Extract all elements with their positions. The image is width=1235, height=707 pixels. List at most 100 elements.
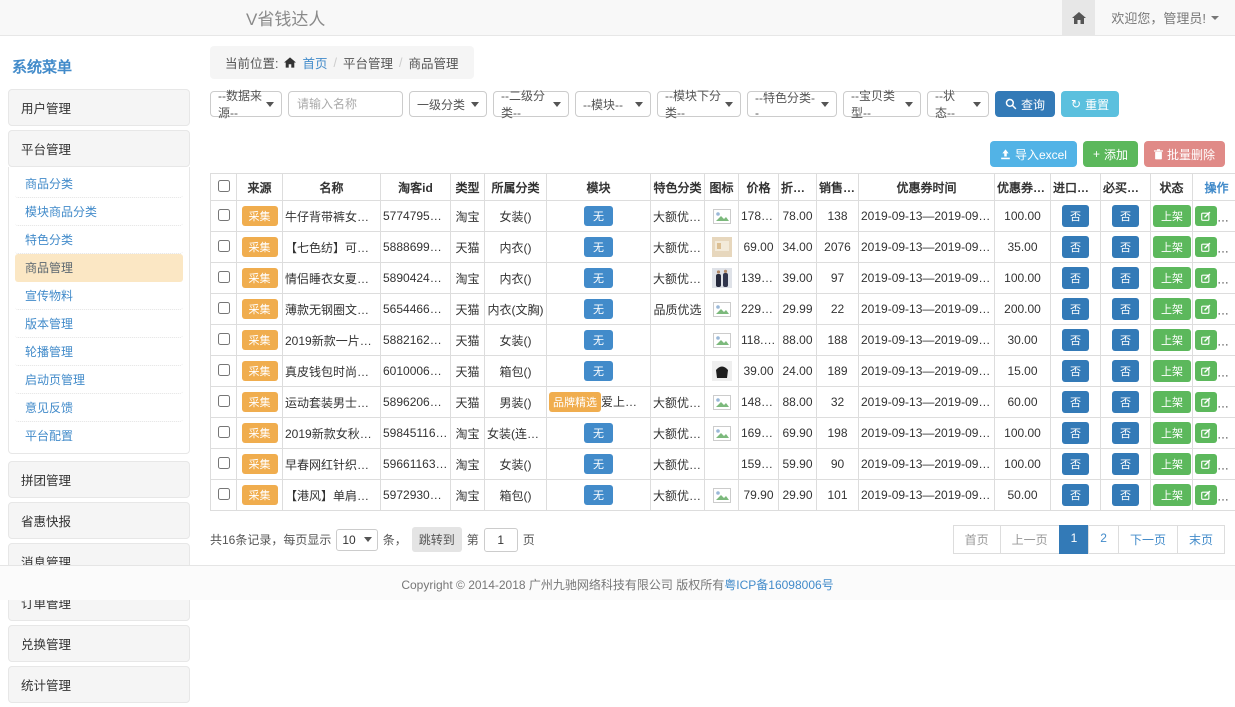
row-checkbox[interactable] <box>218 240 230 252</box>
module-none-badge[interactable]: 无 <box>584 361 613 381</box>
sidebar-sub-item[interactable]: 轮播管理 <box>15 338 183 366</box>
item-type-filter[interactable]: --宝贝类型-- <box>843 91 921 117</box>
must-buy-toggle[interactable]: 否 <box>1112 484 1139 506</box>
sidebar-sub-item[interactable]: 模块商品分类 <box>15 198 183 226</box>
row-checkbox[interactable] <box>218 271 230 283</box>
edit-button[interactable] <box>1195 361 1217 381</box>
icp-link[interactable]: 粤ICP备16098006号 <box>724 578 833 592</box>
import-optional-toggle[interactable]: 否 <box>1062 422 1089 444</box>
data-source-filter[interactable]: --数据来源-- <box>210 91 282 117</box>
module-none-badge[interactable]: 无 <box>584 454 613 474</box>
edit-button[interactable] <box>1195 485 1217 505</box>
edit-button[interactable] <box>1195 299 1217 319</box>
import-optional-toggle[interactable]: 否 <box>1062 329 1089 351</box>
sidebar-sub-item[interactable]: 版本管理 <box>15 310 183 338</box>
sidebar-sub-item[interactable]: 启动页管理 <box>15 366 183 394</box>
must-buy-toggle[interactable]: 否 <box>1112 298 1139 320</box>
edit-button[interactable] <box>1195 423 1217 443</box>
status-button[interactable]: 上架 <box>1153 329 1191 351</box>
module-filter[interactable]: --模块-- <box>575 91 651 117</box>
sidebar-group-item[interactable]: 平台管理 <box>8 130 190 167</box>
row-checkbox[interactable] <box>218 209 230 221</box>
must-buy-toggle[interactable]: 否 <box>1112 391 1139 413</box>
import-optional-toggle[interactable]: 否 <box>1062 360 1089 382</box>
user-menu[interactable]: 欢迎您，管理员! <box>1095 0 1235 35</box>
import-optional-toggle[interactable]: 否 <box>1062 298 1089 320</box>
module-none-badge[interactable]: 无 <box>584 299 613 319</box>
sidebar-sub-item[interactable]: 意见反馈 <box>15 394 183 422</box>
page-button[interactable]: 末页 <box>1177 525 1225 554</box>
jump-button[interactable]: 跳转到 <box>412 527 462 552</box>
per-page-select[interactable]: 10 <box>336 529 377 551</box>
sidebar-group-item[interactable]: 用户管理 <box>8 89 190 126</box>
page-button[interactable]: 下一页 <box>1118 525 1178 554</box>
edit-button[interactable] <box>1195 268 1217 288</box>
add-button[interactable]: + 添加 <box>1083 141 1138 167</box>
status-button[interactable]: 上架 <box>1153 391 1191 413</box>
must-buy-toggle[interactable]: 否 <box>1112 453 1139 475</box>
page-button[interactable]: 上一页 <box>1000 525 1060 554</box>
module-none-badge[interactable]: 无 <box>584 206 613 226</box>
row-checkbox[interactable] <box>218 395 230 407</box>
sidebar-sub-item[interactable]: 商品管理 <box>15 254 183 282</box>
sidebar-group-item[interactable]: 兑换管理 <box>8 625 190 662</box>
status-button[interactable]: 上架 <box>1153 267 1191 289</box>
sidebar-sub-item[interactable]: 特色分类 <box>15 226 183 254</box>
must-buy-toggle[interactable]: 否 <box>1112 422 1139 444</box>
sidebar-sub-item[interactable]: 商品分类 <box>15 170 183 198</box>
select-all-checkbox[interactable] <box>218 180 230 192</box>
page-number-input[interactable] <box>484 528 518 552</box>
status-button[interactable]: 上架 <box>1153 298 1191 320</box>
import-excel-button[interactable]: 导入excel <box>990 141 1077 167</box>
import-optional-toggle[interactable]: 否 <box>1062 236 1089 258</box>
import-optional-toggle[interactable]: 否 <box>1062 391 1089 413</box>
module-none-badge[interactable]: 无 <box>584 330 613 350</box>
batch-delete-button[interactable]: 批量删除 <box>1144 141 1225 167</box>
sidebar-group-item[interactable]: 拼团管理 <box>8 461 190 498</box>
status-button[interactable]: 上架 <box>1153 236 1191 258</box>
must-buy-toggle[interactable]: 否 <box>1112 329 1139 351</box>
import-optional-toggle[interactable]: 否 <box>1062 205 1089 227</box>
row-checkbox[interactable] <box>218 364 230 376</box>
feature-category-filter[interactable]: --特色分类-- <box>747 91 837 117</box>
sidebar-sub-item[interactable]: 平台配置 <box>15 422 183 449</box>
home-button[interactable] <box>1062 0 1095 35</box>
module-none-badge[interactable]: 无 <box>584 268 613 288</box>
row-checkbox[interactable] <box>218 488 230 500</box>
import-optional-toggle[interactable]: 否 <box>1062 453 1089 475</box>
edit-button[interactable] <box>1195 454 1217 474</box>
page-button[interactable]: 1 <box>1059 525 1090 554</box>
sidebar-group-item[interactable]: 统计管理 <box>8 666 190 703</box>
sidebar-group-item[interactable]: 省惠快报 <box>8 502 190 539</box>
row-checkbox[interactable] <box>218 333 230 345</box>
edit-button[interactable] <box>1195 330 1217 350</box>
search-button[interactable]: 查询 <box>995 91 1055 117</box>
breadcrumb-home-link[interactable]: 首页 <box>302 53 327 72</box>
must-buy-toggle[interactable]: 否 <box>1112 205 1139 227</box>
edit-button[interactable] <box>1195 237 1217 257</box>
name-search-input[interactable] <box>288 91 403 117</box>
level1-category-filter[interactable]: 一级分类 <box>409 91 487 117</box>
reset-button[interactable]: ↻ 重置 <box>1061 91 1119 117</box>
must-buy-toggle[interactable]: 否 <box>1112 236 1139 258</box>
status-button[interactable]: 上架 <box>1153 422 1191 444</box>
sidebar-sub-item[interactable]: 宣传物料 <box>15 282 183 310</box>
row-checkbox[interactable] <box>218 426 230 438</box>
status-filter[interactable]: --状态-- <box>927 91 989 117</box>
row-checkbox[interactable] <box>218 302 230 314</box>
module-none-badge[interactable]: 无 <box>584 485 613 505</box>
status-button[interactable]: 上架 <box>1153 360 1191 382</box>
module-none-badge[interactable]: 无 <box>584 423 613 443</box>
must-buy-toggle[interactable]: 否 <box>1112 267 1139 289</box>
module-brand-badge[interactable]: 品牌精选 <box>549 392 601 412</box>
level2-category-filter[interactable]: --二级分类-- <box>493 91 569 117</box>
status-button[interactable]: 上架 <box>1153 484 1191 506</box>
edit-button[interactable] <box>1195 206 1217 226</box>
row-checkbox[interactable] <box>218 457 230 469</box>
import-optional-toggle[interactable]: 否 <box>1062 484 1089 506</box>
module-subcategory-filter[interactable]: --模块下分类-- <box>657 91 741 117</box>
status-button[interactable]: 上架 <box>1153 453 1191 475</box>
edit-button[interactable] <box>1195 392 1217 412</box>
import-optional-toggle[interactable]: 否 <box>1062 267 1089 289</box>
page-button[interactable]: 2 <box>1088 525 1119 554</box>
